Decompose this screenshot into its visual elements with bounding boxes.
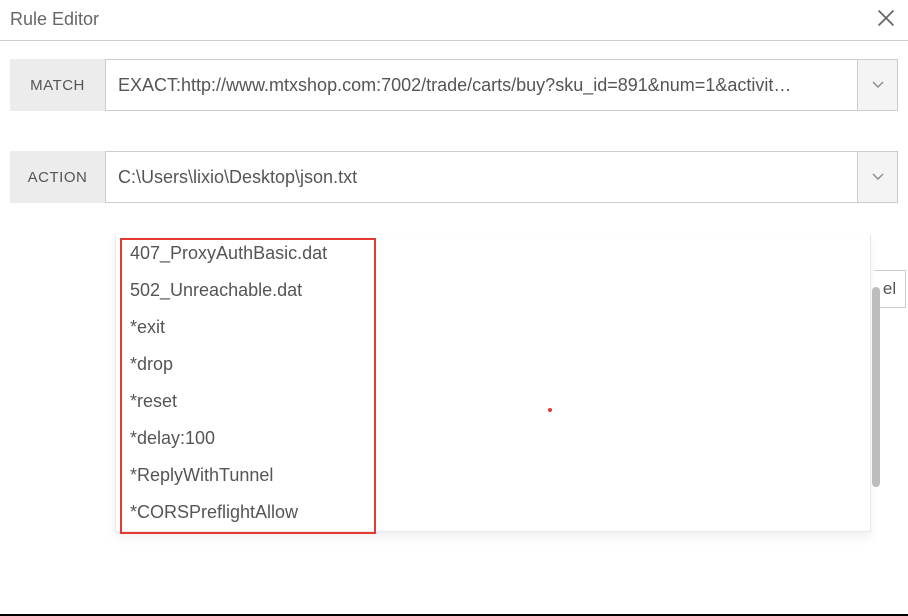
action-label: ACTION — [10, 151, 105, 203]
match-input-wrap — [105, 59, 898, 111]
match-label: MATCH — [10, 59, 105, 111]
match-row: MATCH — [10, 59, 898, 111]
match-input[interactable] — [106, 60, 857, 110]
dropdown-item[interactable]: *exit — [116, 309, 870, 346]
dialog-title: Rule Editor — [10, 9, 99, 30]
chevron-down-icon — [872, 81, 884, 89]
dialog-content: MATCH ACTION — [0, 41, 908, 203]
dialog-header: Rule Editor — [0, 0, 908, 41]
dropdown-item[interactable]: 407_ProxyAuthBasic.dat — [116, 235, 870, 272]
dropdown-item[interactable]: *ReplyWithTunnel — [116, 457, 870, 494]
dropdown-item[interactable]: 502_Unreachable.dat — [116, 272, 870, 309]
dropdown-item[interactable]: *reset — [116, 383, 870, 420]
action-row: ACTION — [10, 151, 898, 203]
chevron-down-icon — [872, 173, 884, 181]
dropdown-item[interactable]: *drop — [116, 346, 870, 383]
action-dropdown-list: 407_ProxyAuthBasic.dat 502_Unreachable.d… — [115, 235, 871, 532]
dropdown-item[interactable]: *delay:100 — [116, 420, 870, 457]
action-dropdown-button[interactable] — [857, 152, 897, 202]
dropdown-item[interactable]: *CORSPreflightAllow — [116, 494, 870, 531]
action-input[interactable] — [106, 152, 857, 202]
action-input-wrap — [105, 151, 898, 203]
close-icon[interactable] — [878, 8, 894, 30]
match-dropdown-button[interactable] — [857, 60, 897, 110]
scrollbar-thumb[interactable] — [872, 287, 880, 487]
